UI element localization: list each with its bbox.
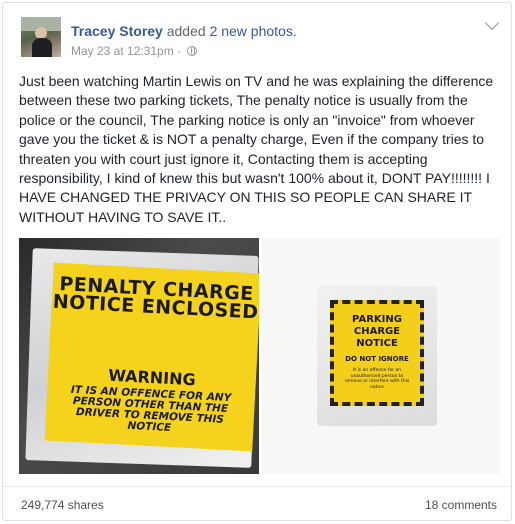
parking-ticket: PARKING CHARGE NOTICE DO NOT IGNORE It i…: [330, 300, 424, 406]
photo-parking-notice[interactable]: PARKING CHARGE NOTICE DO NOT IGNORE It i…: [262, 238, 500, 474]
photo-penalty-notice[interactable]: PENALTY CHARGE NOTICE ENCLOSED WARNING I…: [19, 238, 259, 474]
chevron-down-icon[interactable]: [484, 15, 500, 31]
post-card: Tracey Storey added 2 new photos. May 23…: [2, 2, 512, 521]
author-avatar[interactable]: [21, 17, 61, 57]
avatar-body: [32, 38, 52, 57]
photo-grid: PENALTY CHARGE NOTICE ENCLOSED WARNING I…: [19, 238, 500, 474]
penalty-heading: PENALTY CHARGE NOTICE ENCLOSED: [52, 273, 259, 324]
shares-count[interactable]: 249,774 shares: [21, 498, 104, 512]
post-header: Tracey Storey added 2 new photos.: [71, 22, 297, 40]
post-meta: May 23 at 12:31pm ·: [71, 43, 198, 59]
comments-count[interactable]: 18 comments: [425, 498, 497, 512]
footer-divider: [3, 486, 511, 487]
globe-icon[interactable]: [187, 46, 198, 56]
author-name[interactable]: Tracey Storey: [71, 23, 163, 39]
post-text: Just been watching Martin Lewis on TV an…: [19, 73, 494, 225]
post-action: added 2 new photos.: [167, 23, 297, 39]
meta-separator: ·: [177, 44, 182, 58]
parking-subheading: DO NOT IGNORE: [345, 355, 409, 363]
action-prefix: added: [166, 23, 206, 39]
post-timestamp[interactable]: May 23 at 12:31pm: [71, 44, 174, 58]
photos-link[interactable]: 2 new photos.: [210, 23, 297, 39]
penalty-small-print: IT IS AN OFFENCE FOR ANY PERSON OTHER TH…: [70, 383, 232, 435]
parking-small-print: It is an offence for an unauthorised per…: [344, 368, 410, 390]
parking-heading: PARKING CHARGE NOTICE: [352, 314, 402, 349]
penalty-ticket: PENALTY CHARGE NOTICE ENCLOSED WARNING I…: [44, 262, 259, 452]
